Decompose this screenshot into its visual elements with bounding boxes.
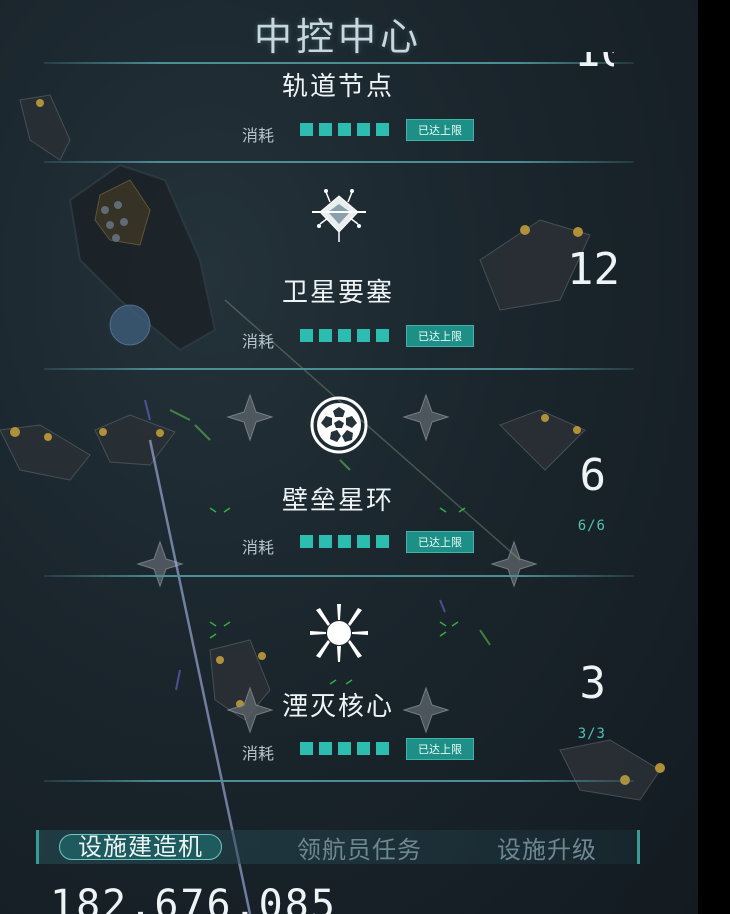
annihilation-core-icon (310, 604, 368, 662)
cost-pip (357, 742, 370, 755)
bottom-tab-bar: 设施建造机 领航员任务 设施升级 (36, 830, 640, 864)
satellite-fortress-cost-label: 消耗 (242, 332, 275, 351)
orbital-node-cost-pips (300, 123, 389, 136)
annihilation-core-cost-label: 消耗 (242, 744, 275, 763)
fortress-ring-cost-label: 消耗 (242, 538, 275, 557)
cost-pip (357, 535, 370, 548)
game-screen: 中控中心 10 轨道节点 消耗 已达上限 卫星要塞 12 消耗 已达上限 (0, 0, 698, 914)
orbital-node-cost-label: 消耗 (242, 126, 275, 145)
row-divider (44, 161, 634, 163)
annihilation-core-count: 3 (579, 658, 607, 709)
facility-item-annihilation-core[interactable]: 湮灭核心 3 3/3 消耗 已达上限 (0, 578, 676, 784)
satellite-fortress-cost-pips (300, 329, 389, 342)
cost-pip (338, 742, 351, 755)
orbital-node-maxed-badge: 已达上限 (406, 119, 474, 141)
satellite-fortress-icon (312, 189, 366, 242)
cost-pip (338, 329, 351, 342)
cost-pip (319, 742, 332, 755)
cost-pip (300, 123, 313, 136)
cost-pip (319, 123, 332, 136)
facility-item-fortress-ring[interactable]: 壁垒星环 6 6/6 消耗 已达上限 (0, 372, 676, 578)
currency-amount: 182,676,085 (50, 882, 337, 914)
row-divider (44, 780, 634, 782)
cost-pip (376, 535, 389, 548)
fortress-ring-count: 6 (579, 450, 607, 501)
cost-pip (300, 535, 313, 548)
row-divider (44, 575, 634, 577)
title-divider (44, 62, 634, 64)
orbital-node-name: 轨道节点 (281, 72, 394, 102)
satellite-fortress-maxed-badge: 已达上限 (406, 325, 474, 347)
cost-pip (300, 329, 313, 342)
annihilation-core-progress: 3/3 (577, 726, 606, 742)
cost-pip (319, 535, 332, 548)
screen-edge (698, 0, 730, 914)
fortress-ring-cost-pips (300, 535, 389, 548)
row-divider (44, 368, 634, 370)
tab-facility-builder[interactable]: 设施建造机 (59, 834, 222, 860)
cost-pip (300, 742, 313, 755)
annihilation-core-maxed-badge: 已达上限 (406, 738, 474, 760)
cost-pip (319, 329, 332, 342)
cost-pip (338, 535, 351, 548)
tab-navigator-missions[interactable]: 领航员任务 (297, 830, 422, 865)
facility-item-satellite-fortress[interactable]: 卫星要塞 12 消耗 已达上限 (0, 166, 676, 372)
fortress-ring-progress: 6/6 (577, 518, 606, 534)
satellite-fortress-count: 12 (567, 244, 620, 295)
cost-pip (376, 329, 389, 342)
cost-pip (357, 123, 370, 136)
tab-facility-upgrade[interactable]: 设施升级 (497, 830, 597, 865)
cost-pip (376, 123, 389, 136)
annihilation-core-cost-pips (300, 742, 389, 755)
cost-pip (357, 329, 370, 342)
fortress-ring-maxed-badge: 已达上限 (406, 531, 474, 553)
fortress-ring-icon (310, 396, 368, 454)
cost-pip (338, 123, 351, 136)
cost-pip (376, 742, 389, 755)
